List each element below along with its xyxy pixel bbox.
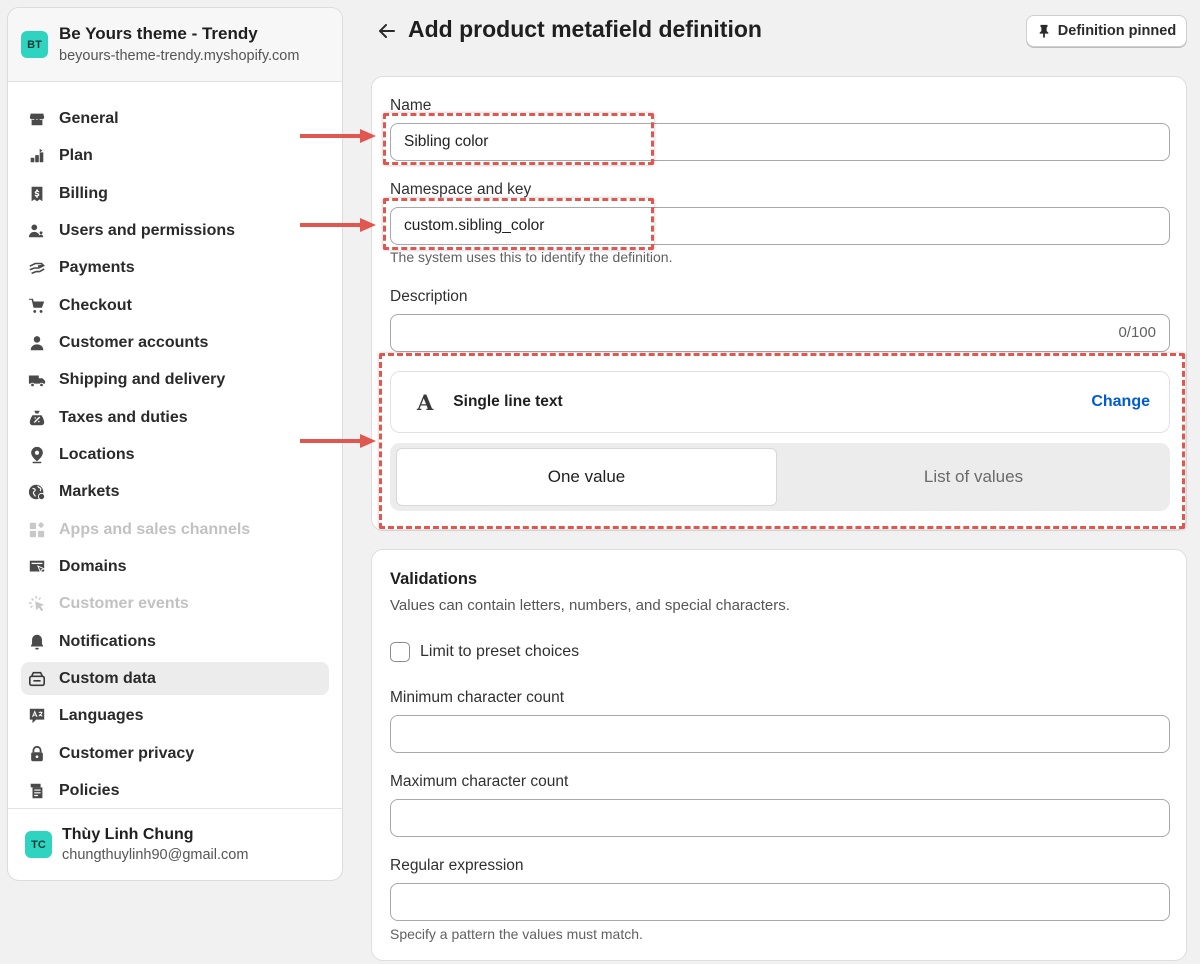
annotation-arrow-icon [300, 218, 376, 232]
user-email: chungthuylinh90@gmail.com [62, 847, 249, 863]
annotation-arrow-icon [300, 434, 376, 448]
location-icon [27, 445, 47, 465]
sidebar-item-label: Markets [59, 482, 120, 500]
sidebar-item-billing[interactable]: Billing [21, 177, 329, 210]
sidebar-item-label: Taxes and duties [59, 408, 188, 426]
cursor-icon [27, 594, 47, 614]
sidebar-item-users-and-permissions[interactable]: Users and permissions [21, 214, 329, 247]
page-title: Add product metafield definition [408, 16, 762, 42]
apps-icon [27, 520, 47, 540]
store-switcher[interactable]: BT Be Yours theme - Trendy beyours-theme… [8, 8, 342, 82]
sidebar-item-label: Locations [59, 445, 135, 463]
sidebar-item-label: Plan [59, 146, 93, 164]
min-count-label: Minimum character count [390, 689, 565, 706]
highlight-name-field [383, 113, 654, 165]
sidebar-item-label: Policies [59, 781, 120, 799]
sidebar-item-label: Checkout [59, 296, 132, 314]
sidebar-item-languages[interactable]: Languages [21, 699, 329, 732]
sidebar-item-payments[interactable]: Payments [21, 251, 329, 284]
sidebar-item-label: Customer accounts [59, 333, 209, 351]
sidebar-item-locations[interactable]: Locations [21, 438, 329, 471]
sidebar-item-markets[interactable]: Markets [21, 475, 329, 508]
user-account[interactable]: TC Thùy Linh Chung chungthuylinh90@gmail… [8, 808, 342, 880]
highlight-namespace-field [383, 198, 654, 250]
billing-icon [27, 184, 47, 204]
settings-sidebar: BT Be Yours theme - Trendy beyours-theme… [7, 7, 343, 881]
preset-choices-checkbox[interactable] [390, 642, 410, 662]
policies-icon [27, 781, 47, 801]
sidebar-item-domains[interactable]: Domains [21, 550, 329, 583]
sidebar-item-label: Customer privacy [59, 744, 195, 762]
user-avatar: TC [25, 831, 52, 858]
validations-title: Validations [390, 570, 478, 588]
arrow-left-icon [379, 24, 395, 38]
sidebar-item-label: Languages [59, 706, 144, 724]
tax-icon [27, 408, 47, 428]
sidebar-item-customer-events[interactable]: Customer events [21, 587, 329, 620]
preset-choices-label: Limit to preset choices [420, 643, 580, 660]
highlight-type-section [379, 353, 1185, 529]
sidebar-item-checkout[interactable]: Checkout [21, 289, 329, 322]
plan-icon [27, 146, 47, 166]
store-name: Be Yours theme - Trendy [59, 24, 258, 43]
sidebar-item-label: Users and permissions [59, 221, 236, 239]
domains-icon [27, 557, 47, 577]
definition-pinned-button[interactable]: Definition pinned [1026, 15, 1187, 47]
sidebar-item-customer-privacy[interactable]: Customer privacy [21, 737, 329, 770]
sidebar-item-label: General [59, 109, 119, 127]
back-button[interactable] [376, 20, 398, 42]
sidebar-item-general[interactable]: General [21, 102, 329, 135]
annotation-arrow-icon [300, 129, 376, 143]
store-icon [27, 109, 47, 129]
store-avatar: BT [21, 31, 48, 58]
truck-icon [27, 370, 47, 390]
sidebar-item-apps-and-sales-channels[interactable]: Apps and sales channels [21, 513, 329, 546]
languages-icon [27, 706, 47, 726]
sidebar-item-label: Domains [59, 557, 127, 575]
sidebar-item-label: Shipping and delivery [59, 370, 226, 388]
min-count-input[interactable] [390, 715, 1170, 753]
sidebar-item-policies[interactable]: Policies [21, 774, 329, 807]
sidebar-item-notifications[interactable]: Notifications [21, 625, 329, 658]
max-count-input[interactable] [390, 799, 1170, 837]
user-name: Thùy Linh Chung [62, 826, 194, 843]
regex-label: Regular expression [390, 857, 524, 874]
description-input[interactable] [390, 314, 1170, 352]
sidebar-item-label: Billing [59, 184, 108, 202]
namespace-help-text: The system uses this to identify the def… [390, 249, 673, 265]
payments-icon [27, 258, 47, 278]
person-icon [27, 333, 47, 353]
lock-icon [27, 744, 47, 764]
sidebar-item-label: Custom data [59, 669, 156, 687]
bell-icon [27, 632, 47, 652]
sidebar-item-label: Payments [59, 258, 135, 276]
namespace-label: Namespace and key [390, 181, 532, 198]
custom-data-icon [27, 669, 47, 689]
sidebar-item-customer-accounts[interactable]: Customer accounts [21, 326, 329, 359]
description-label: Description [390, 288, 468, 305]
sidebar-item-label: Apps and sales channels [59, 520, 251, 538]
validations-card: Validations Values can contain letters, … [371, 549, 1187, 961]
cart-icon [27, 296, 47, 316]
users-icon [27, 221, 47, 241]
pin-icon [1039, 24, 1049, 38]
max-count-label: Maximum character count [390, 773, 569, 790]
description-counter: 0/100 [1118, 324, 1156, 341]
validations-subtitle: Values can contain letters, numbers, and… [390, 597, 790, 614]
sidebar-item-label: Notifications [59, 632, 156, 650]
definition-pinned-label: Definition pinned [1057, 23, 1177, 39]
sidebar-item-label: Customer events [59, 594, 189, 612]
sidebar-item-custom-data[interactable]: Custom data [21, 662, 329, 695]
regex-input[interactable] [390, 883, 1170, 921]
sidebar-item-plan[interactable]: Plan [21, 139, 329, 172]
store-url: beyours-theme-trendy.myshopify.com [59, 48, 300, 64]
globe-icon [27, 482, 47, 502]
regex-help-text: Specify a pattern the values must match. [390, 926, 643, 942]
sidebar-item-taxes-and-duties[interactable]: Taxes and duties [21, 401, 329, 434]
sidebar-item-shipping-and-delivery[interactable]: Shipping and delivery [21, 363, 329, 396]
